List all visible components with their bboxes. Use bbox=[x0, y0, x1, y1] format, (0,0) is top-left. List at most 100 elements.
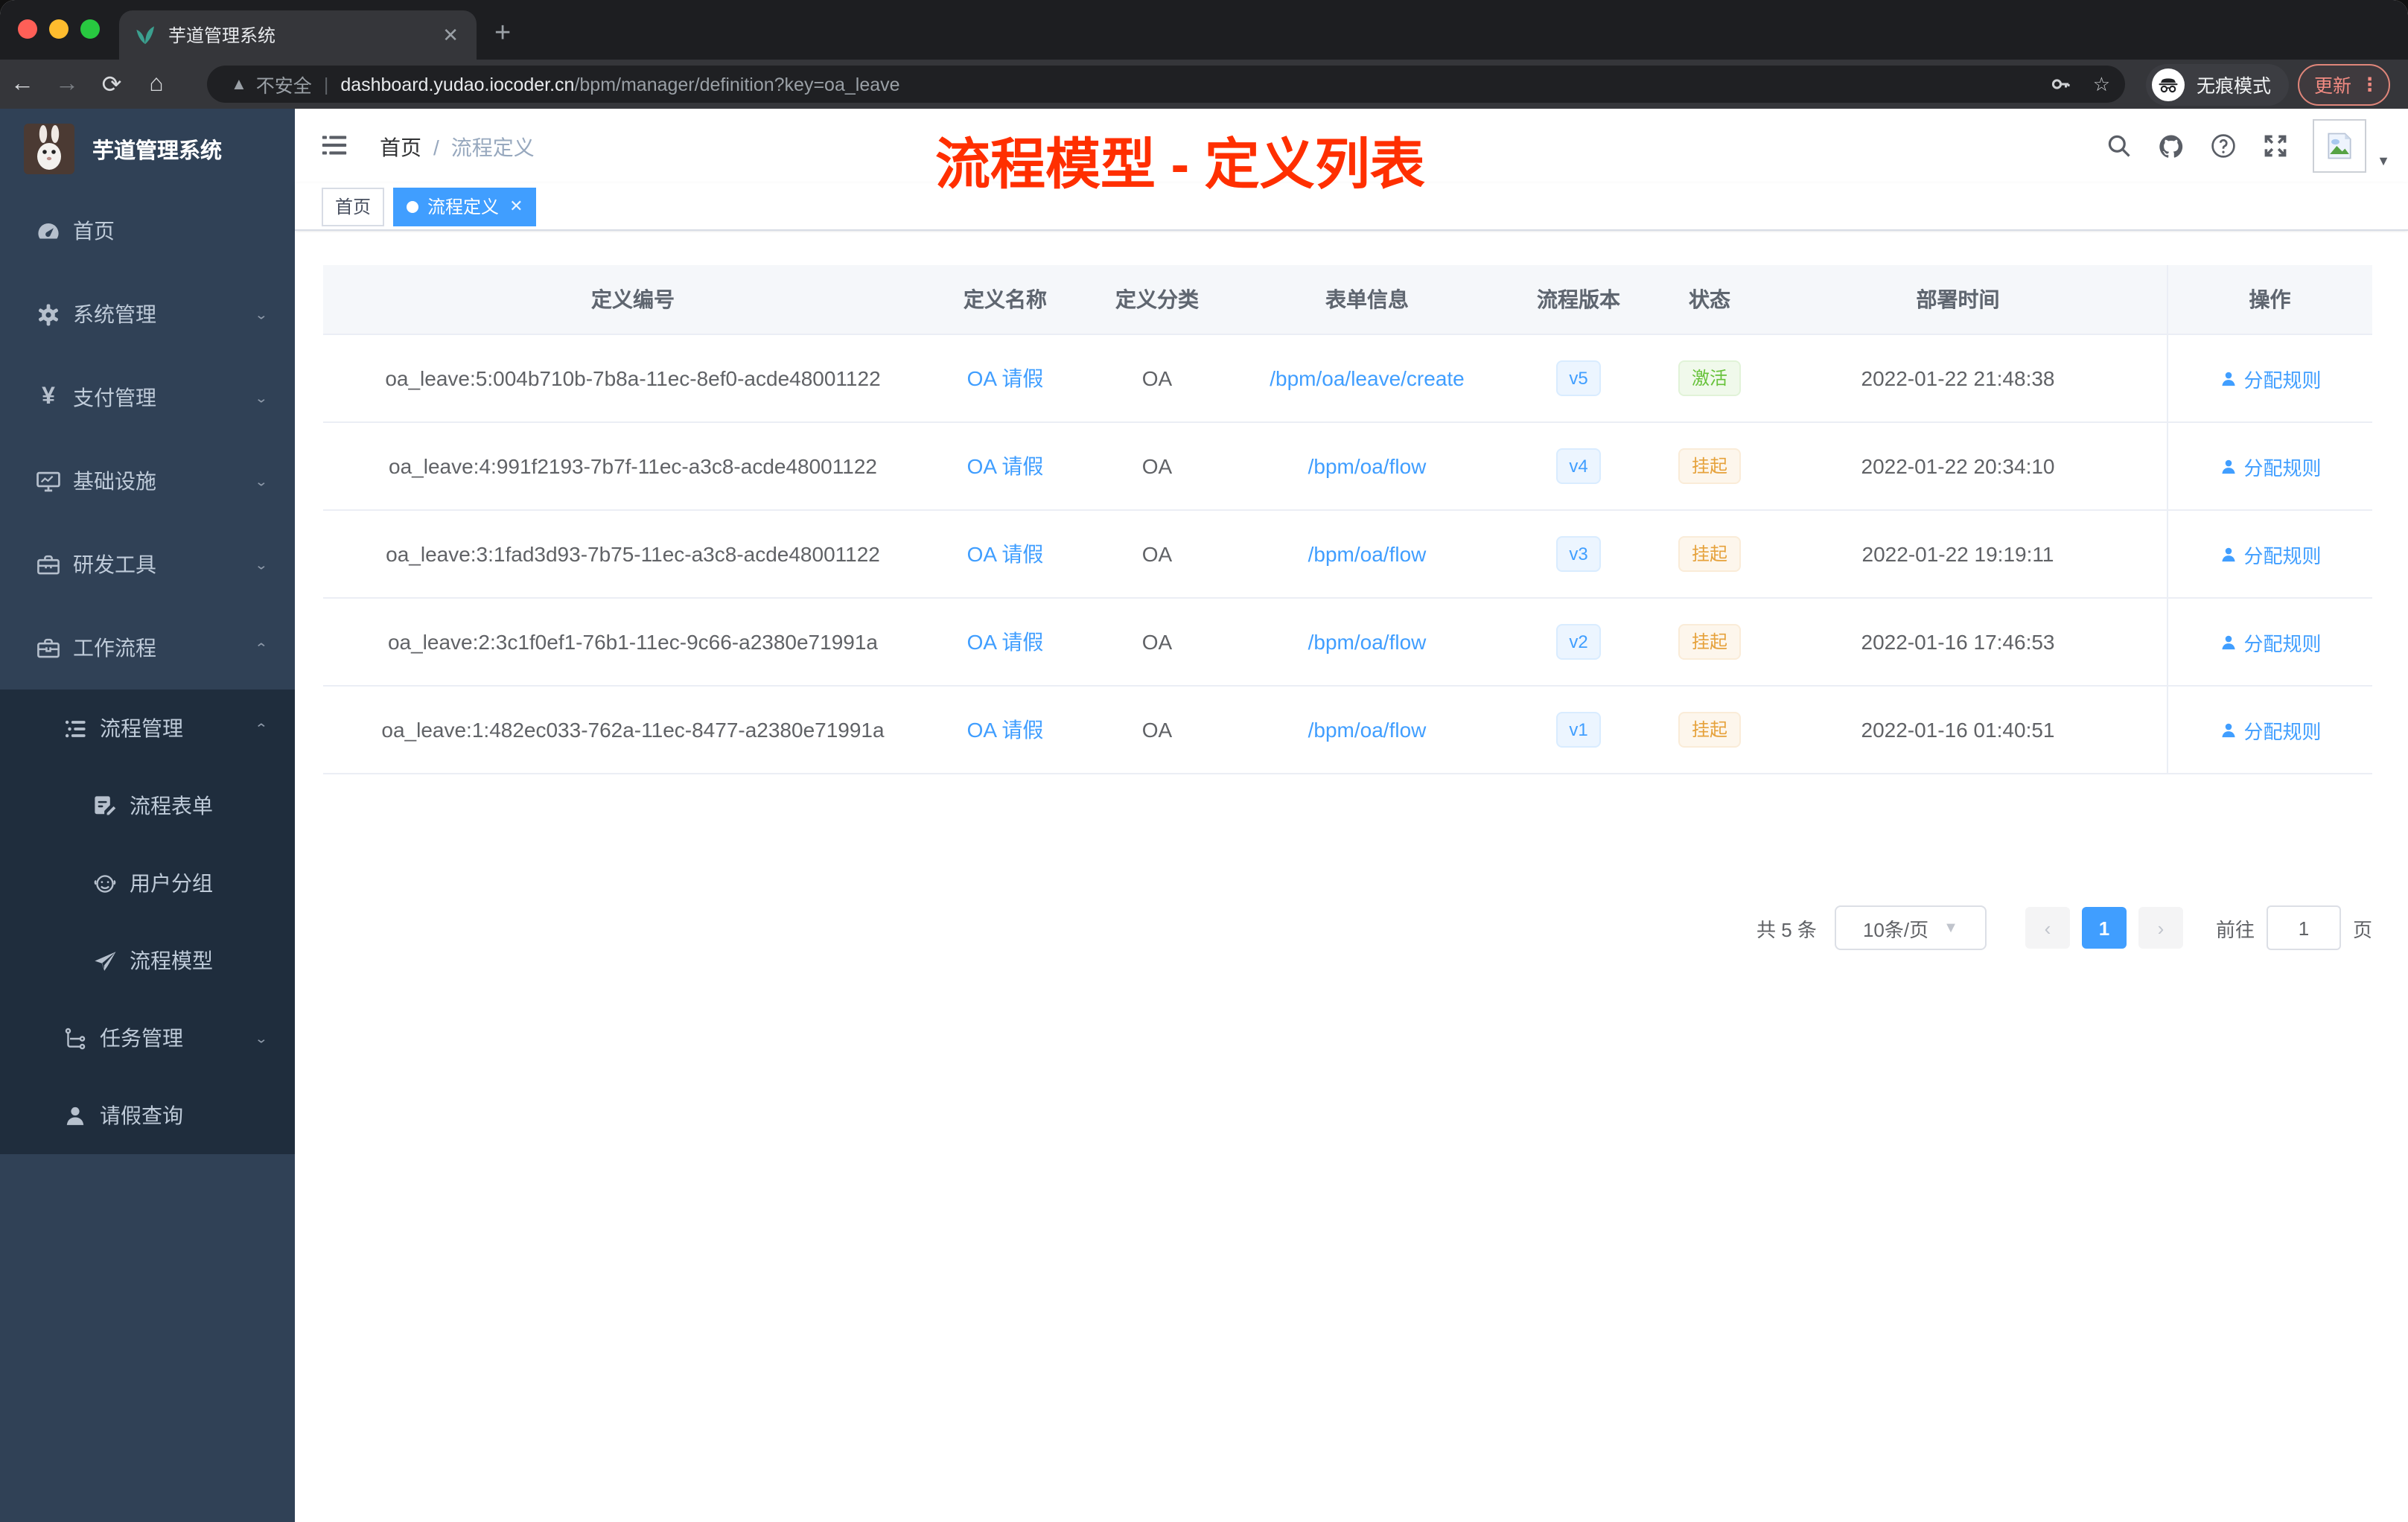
tag-close-icon[interactable]: ✕ bbox=[509, 197, 523, 216]
version-badge[interactable]: v5 bbox=[1555, 360, 1602, 396]
tag-process-definition[interactable]: 流程定义 ✕ bbox=[393, 187, 537, 226]
version-badge[interactable]: v4 bbox=[1555, 448, 1602, 484]
browser-tab[interactable]: 芋道管理系统 ✕ bbox=[119, 10, 477, 60]
definition-category: OA bbox=[1068, 686, 1246, 774]
security-label[interactable]: 不安全 bbox=[256, 70, 312, 98]
sidebar-item-label: 首页 bbox=[73, 219, 115, 243]
sidebar-item-process-model[interactable]: 流程模型 bbox=[0, 922, 295, 999]
search-icon[interactable] bbox=[2106, 133, 2133, 159]
form-link[interactable]: /bpm/oa/leave/create bbox=[1270, 366, 1465, 390]
version-badge[interactable]: v2 bbox=[1555, 624, 1602, 660]
github-icon[interactable] bbox=[2159, 133, 2185, 159]
app-window: 芋道管理系统 首页 系统管理 ⌄ ¥ 支付管理 ⌄ 基础设施 ⌄ 研发工具 ⌄ … bbox=[0, 109, 2408, 1522]
sidebar-item-user-group[interactable]: 用户分组 bbox=[0, 844, 295, 922]
breadcrumb-home[interactable]: 首页 bbox=[380, 136, 421, 159]
sidebar-item-workflow[interactable]: 工作流程 ⌃ bbox=[0, 606, 295, 690]
zoom-window-button[interactable] bbox=[80, 19, 100, 39]
form-link[interactable]: /bpm/oa/flow bbox=[1308, 718, 1427, 742]
sidebar-item-process-mgmt[interactable]: 流程管理 ⌃ bbox=[0, 690, 295, 767]
user-icon bbox=[2221, 371, 2235, 386]
form-link[interactable]: /bpm/oa/flow bbox=[1308, 542, 1427, 566]
tree-icon bbox=[63, 1025, 88, 1051]
col-definition-id: 定义编号 bbox=[323, 265, 943, 335]
tag-home[interactable]: 首页 bbox=[322, 187, 385, 226]
sidebar-item-infra[interactable]: 基础设施 ⌄ bbox=[0, 439, 295, 523]
sidebar-item-process-form[interactable]: 流程表单 bbox=[0, 767, 295, 844]
window-controls[interactable] bbox=[18, 19, 100, 39]
sidebar-item-payment[interactable]: ¥ 支付管理 ⌄ bbox=[0, 356, 295, 439]
version-badge[interactable]: v3 bbox=[1555, 536, 1602, 572]
user-icon bbox=[2221, 547, 2235, 561]
status-badge: 激活 bbox=[1678, 360, 1741, 396]
sidebar-item-leave-query[interactable]: 请假查询 bbox=[0, 1077, 295, 1154]
sidebar-item-system[interactable]: 系统管理 ⌄ bbox=[0, 273, 295, 356]
sidebar-item-devtools[interactable]: 研发工具 ⌄ bbox=[0, 523, 295, 606]
goto-page-input[interactable] bbox=[2266, 905, 2341, 950]
not-secure-warning-icon: ▲ bbox=[231, 75, 247, 93]
current-page-button[interactable]: 1 bbox=[2081, 907, 2127, 949]
definition-name-link[interactable]: OA 请假 bbox=[967, 454, 1044, 478]
deploy-time: 2022-01-22 21:48:38 bbox=[1750, 334, 2167, 423]
minimize-window-button[interactable] bbox=[49, 19, 69, 39]
chevron-up-icon: ⌃ bbox=[254, 641, 268, 656]
sidebar-item-label: 支付管理 bbox=[73, 386, 156, 410]
sidebar-item-label: 工作流程 bbox=[73, 636, 156, 660]
browser-update-button[interactable]: 更新 ⋮ bbox=[2298, 63, 2390, 105]
url-path: /bpm/manager/definition?key=oa_leave bbox=[574, 74, 900, 95]
definition-category: OA bbox=[1068, 334, 1246, 423]
close-window-button[interactable] bbox=[18, 19, 37, 39]
definition-name-link[interactable]: OA 请假 bbox=[967, 630, 1044, 654]
sidebar-item-task-mgmt[interactable]: 任务管理 ⌄ bbox=[0, 999, 295, 1077]
col-definition-category: 定义分类 bbox=[1068, 265, 1246, 335]
definition-name-link[interactable]: OA 请假 bbox=[967, 542, 1044, 566]
reload-icon[interactable]: ⟳ bbox=[89, 69, 134, 99]
user-icon bbox=[2221, 459, 2235, 474]
assign-rule-button[interactable]: 分配规则 bbox=[2218, 452, 2322, 480]
sidebar-item-label: 基础设施 bbox=[73, 469, 156, 493]
forward-icon[interactable]: → bbox=[45, 71, 89, 98]
assign-rule-button[interactable]: 分配规则 bbox=[2218, 716, 2322, 744]
form-link[interactable]: /bpm/oa/flow bbox=[1308, 630, 1427, 654]
new-tab-button[interactable]: + bbox=[494, 15, 511, 54]
table-row: oa_leave:4:991f2193-7b7f-11ec-a3c8-acde4… bbox=[323, 422, 2372, 511]
goto-label: 前往 bbox=[2215, 918, 2255, 940]
user-avatar[interactable] bbox=[2313, 119, 2366, 173]
definition-name-link[interactable]: OA 请假 bbox=[967, 366, 1044, 390]
fullscreen-icon[interactable] bbox=[2263, 133, 2290, 159]
tab-close-icon[interactable]: ✕ bbox=[439, 23, 462, 47]
navbar-icons: TT bbox=[2106, 109, 2337, 183]
sidebar-item-home[interactable]: 首页 bbox=[0, 189, 295, 273]
definition-category: OA bbox=[1068, 598, 1246, 687]
favicon-leaf-icon bbox=[134, 24, 156, 46]
group-icon bbox=[92, 870, 118, 896]
avatar-caret-icon[interactable]: ▼ bbox=[2377, 153, 2390, 168]
browser-menu-icon[interactable]: ⋮ bbox=[2360, 73, 2379, 95]
sidebar-item-label: 流程表单 bbox=[130, 794, 213, 818]
bookmark-star-icon[interactable]: ☆ bbox=[2093, 72, 2110, 96]
page-size-select[interactable]: 10条/页 ▼ bbox=[1834, 905, 1987, 950]
breadcrumb-current: 流程定义 bbox=[450, 136, 535, 159]
chevron-down-icon: ⌄ bbox=[254, 558, 268, 573]
back-icon[interactable]: ← bbox=[0, 71, 45, 98]
total-count: 共 5 条 bbox=[1756, 918, 1817, 940]
version-badge[interactable]: v1 bbox=[1555, 712, 1602, 748]
form-link[interactable]: /bpm/oa/flow bbox=[1308, 454, 1427, 478]
definition-id: oa_leave:3:1fad3d93-7b75-11ec-a3c8-acde4… bbox=[323, 510, 943, 599]
sidebar-toggle-icon[interactable] bbox=[320, 131, 348, 159]
url-bar[interactable]: ▲ 不安全 | dashboard.yudao.iocoder.cn/bpm/m… bbox=[207, 66, 2125, 103]
assign-rule-button[interactable]: 分配规则 bbox=[2218, 628, 2322, 656]
prev-page-button[interactable]: ‹ bbox=[2025, 907, 2070, 949]
next-page-button[interactable]: › bbox=[2138, 907, 2183, 949]
password-key-icon[interactable] bbox=[2050, 73, 2072, 95]
definition-name-link[interactable]: OA 请假 bbox=[967, 718, 1044, 742]
home-icon[interactable]: ⌂ bbox=[134, 71, 179, 98]
page-unit-label: 页 bbox=[2352, 918, 2372, 940]
monitor-icon bbox=[36, 468, 61, 494]
help-icon[interactable] bbox=[2211, 133, 2237, 159]
assign-rule-button[interactable]: 分配规则 bbox=[2218, 364, 2322, 392]
table-row: oa_leave:3:1fad3d93-7b75-11ec-a3c8-acde4… bbox=[323, 510, 2372, 599]
definition-id: oa_leave:1:482ec033-762a-11ec-8477-a2380… bbox=[323, 686, 943, 774]
sidebar-item-label: 系统管理 bbox=[73, 302, 156, 326]
assign-rule-button[interactable]: 分配规则 bbox=[2218, 540, 2322, 568]
sidebar-logo[interactable]: 芋道管理系统 bbox=[0, 109, 295, 189]
